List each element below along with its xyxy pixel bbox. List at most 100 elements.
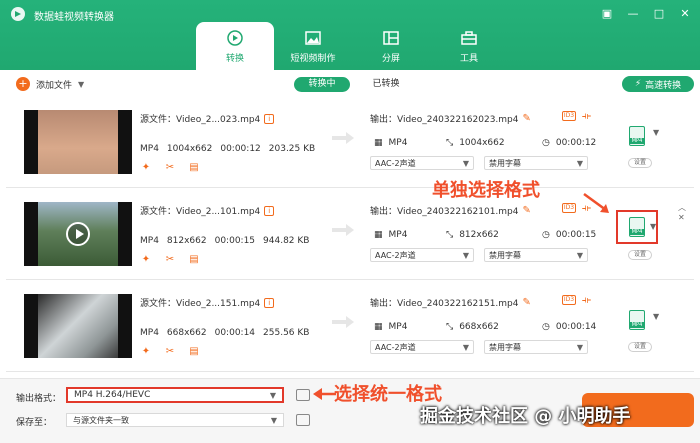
feedback-icon[interactable]: ▣ (600, 6, 614, 20)
chevron-down-icon: ▼ (576, 342, 583, 352)
audio-select[interactable]: AAC-2声道 ▼ (370, 248, 474, 262)
audio-value: AAC-2声道 (375, 158, 416, 168)
id3-icon[interactable]: ID3 (562, 203, 576, 213)
id3-icon[interactable]: ID3 (562, 295, 576, 305)
close-icon[interactable]: ✕ (678, 213, 686, 222)
output-format: ▦ MP4 (374, 322, 407, 332)
tab-label: 转换 (225, 53, 244, 64)
subtitle-select[interactable]: 禁用字幕 ▼ (484, 156, 588, 170)
format-picker[interactable]: ▼ (622, 122, 659, 150)
file-actions: ✦ ✂ ▤ (140, 162, 200, 174)
video-thumbnail[interactable] (24, 202, 132, 266)
chevron-down-icon: ▼ (576, 158, 583, 168)
audio-select[interactable]: AAC-2声道 ▼ (370, 340, 474, 354)
output-filename: 输出：Video_240322162151.mp4 (370, 299, 519, 309)
minimize-icon[interactable]: — (626, 6, 640, 20)
settings-button[interactable]: 设置 (628, 342, 652, 352)
open-folder-icon[interactable] (296, 414, 310, 426)
edit-video-icon[interactable]: ▤ (188, 346, 200, 358)
scissors-icon[interactable]: ✂ (164, 346, 176, 358)
settings-button[interactable]: 设置 (628, 250, 652, 260)
add-file-button[interactable]: + 添加文件 ▼ (16, 77, 84, 91)
tab-label: 分屏 (381, 53, 400, 64)
source-size: 203.25 KB (268, 144, 316, 154)
image-icon (305, 30, 321, 45)
subtab-converted[interactable]: 已转换 (366, 77, 406, 92)
file-row: 源文件：Video_2...151.mp4 i MP4 668x662 00:0… (6, 284, 694, 372)
chevron-down-icon: ▼ (78, 79, 85, 89)
clock-icon: ◷ (542, 138, 550, 148)
arrow-right-icon (332, 224, 354, 236)
tab-tools[interactable]: 工具 (430, 22, 508, 70)
id3-icon[interactable]: ID3 (562, 111, 576, 121)
output-tools: ID3 ⟛ (562, 111, 591, 122)
close-icon[interactable]: ✕ (678, 6, 692, 20)
audio-select[interactable]: AAC-2声道 ▼ (370, 156, 474, 170)
scissors-icon[interactable]: ✂ (164, 254, 176, 266)
output-format-text: MP4 (388, 322, 408, 332)
settings-button[interactable]: 设置 (628, 158, 652, 168)
effect-icon[interactable]: ✦ (140, 162, 152, 174)
tab-split-screen[interactable]: 分屏 (352, 22, 430, 70)
edit-video-icon[interactable]: ▤ (188, 162, 200, 174)
video-thumbnail[interactable] (24, 110, 132, 174)
pencil-icon[interactable]: ✎ (523, 113, 531, 124)
subtitle-select[interactable]: 禁用字幕 ▼ (484, 248, 588, 262)
resize-icon: ⤡ (446, 138, 454, 148)
format-picker[interactable]: ▼ (622, 306, 659, 334)
chevron-up-icon[interactable]: ︿ (678, 202, 686, 213)
effect-icon[interactable]: ✦ (140, 346, 152, 358)
format-picker[interactable]: ▼ (616, 210, 658, 244)
info-icon[interactable]: i (264, 113, 275, 124)
pencil-icon[interactable]: ✎ (523, 205, 531, 216)
info-icon[interactable]: i (264, 205, 275, 216)
source-duration: 00:00:15 (214, 236, 256, 246)
output-format-text: MP4 (388, 138, 408, 148)
output-file: 输出：Video_240322162023.mp4 ✎ (370, 112, 531, 125)
mp4-format-icon (629, 310, 645, 330)
plus-icon: + (16, 77, 30, 91)
source-size: 255.56 KB (263, 328, 310, 338)
source-resolution: 1004x662 (166, 144, 213, 154)
title-bar: 数据蛙视频转换器 ▣ — □ ✕ 转换 短视频制作 分屏 工具 (0, 0, 700, 70)
film-icon: ▦ (374, 230, 383, 240)
source-size: 944.82 KB (263, 236, 310, 246)
subtab-converting[interactable]: 转换中 (294, 77, 350, 92)
toolbox-icon (461, 30, 477, 45)
app-title: 数据蛙视频转换器 (34, 12, 114, 23)
source-file: 源文件：Video_2...101.mp4 i (140, 204, 275, 217)
video-thumbnail[interactable] (24, 294, 132, 358)
mp4-format-icon (629, 126, 645, 146)
edit-video-icon[interactable]: ▤ (188, 254, 200, 266)
row-collapse-control[interactable]: ︿ ✕ (678, 202, 686, 222)
effect-icon[interactable]: ✦ (140, 254, 152, 266)
chevron-down-icon: ▼ (462, 342, 469, 352)
output-duration: ◷ 00:00:14 (542, 322, 596, 332)
split-icon[interactable]: ⟛ (582, 111, 591, 122)
film-icon: ▦ (374, 322, 383, 332)
tab-short-video[interactable]: 短视频制作 (274, 22, 352, 70)
file-actions: ✦ ✂ ▤ (140, 254, 200, 266)
folder-icon[interactable] (296, 389, 310, 401)
annotation-single-format: 单独选择格式 (432, 180, 540, 201)
pencil-icon[interactable]: ✎ (523, 297, 531, 308)
split-icon[interactable]: ⟛ (582, 295, 591, 306)
tab-convert[interactable]: 转换 (196, 22, 274, 70)
source-filename: 源文件：Video_2...023.mp4 (140, 115, 261, 125)
output-format-select[interactable]: MP4 H.264/HEVC ▼ (66, 387, 284, 403)
subtitle-select[interactable]: 禁用字幕 ▼ (484, 340, 588, 354)
file-row: 源文件：Video_2...023.mp4 i MP4 1004x662 00:… (6, 100, 694, 188)
high-speed-convert-button[interactable]: ⚡ 高速转换 (622, 76, 694, 92)
maximize-icon[interactable]: □ (652, 6, 666, 20)
source-format: MP4 (140, 328, 159, 338)
save-to-select[interactable]: 与源文件夹一致 ▼ (66, 413, 284, 427)
resize-icon: ⤡ (446, 230, 454, 240)
output-duration: ◷ 00:00:15 (542, 230, 596, 240)
source-format: MP4 (140, 236, 159, 246)
add-file-label: 添加文件 (36, 80, 73, 91)
lightning-icon: ⚡ (634, 79, 642, 89)
info-icon[interactable]: i (264, 297, 275, 308)
play-icon[interactable] (66, 222, 90, 246)
film-icon: ▦ (374, 138, 383, 148)
scissors-icon[interactable]: ✂ (164, 162, 176, 174)
